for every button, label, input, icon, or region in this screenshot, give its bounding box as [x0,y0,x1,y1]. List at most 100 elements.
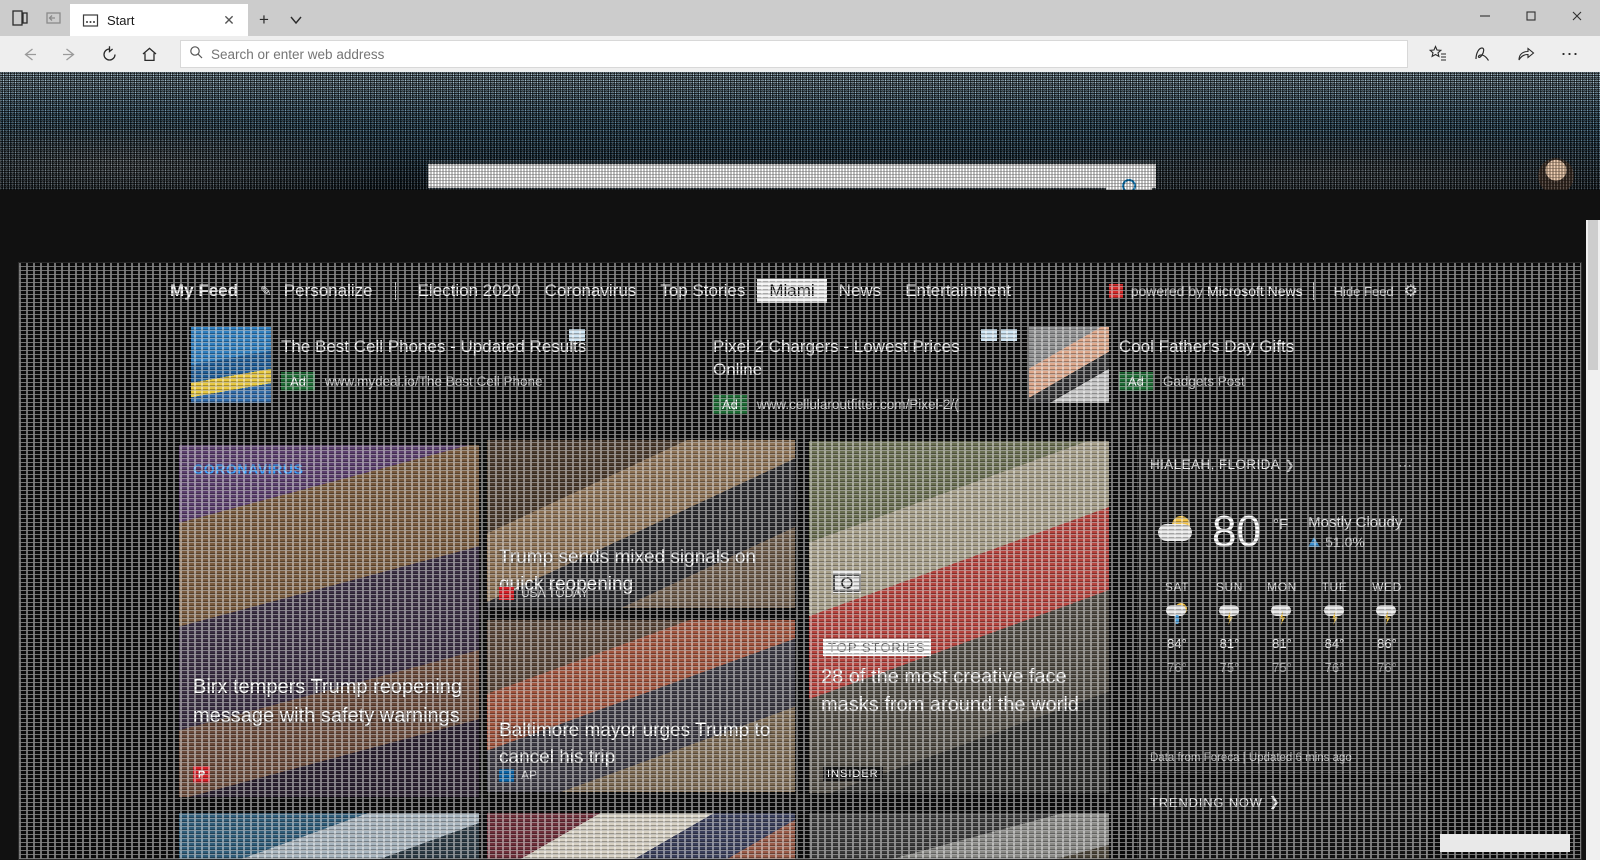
forecast-day-name: WED [1372,580,1402,594]
bing-logo-icon[interactable] [1106,168,1152,190]
hero-search-input[interactable] [428,164,1156,188]
ad-title[interactable]: Pixel 2 Chargers - Lowest Prices Online [713,335,1009,381]
source-name: USA TODAY [521,586,589,600]
news-card[interactable]: Baltimore mayor urges Trump to cancel hi… [487,620,795,792]
browser-tab-start[interactable]: Start ✕ [70,4,248,36]
browser-nav-bar: ⋯ [0,36,1600,72]
forecast-high: 84° [1167,636,1187,651]
forecast-low: 76° [1167,660,1187,675]
ad-thumbnail [1029,327,1109,403]
forecast-day[interactable]: WED 86° 76° [1364,580,1410,675]
home-button[interactable] [130,38,168,70]
close-icon[interactable]: ✕ [218,9,240,31]
chevron-down-icon[interactable] [280,4,312,36]
chevron-right-icon[interactable]: ❯ [1269,794,1281,810]
news-card[interactable]: Trump sends mixed signals on quick reope… [487,440,795,608]
scrollbar-thumb[interactable] [1588,220,1598,370]
window-controls [1462,0,1600,32]
forecast-day-name: SUN [1215,580,1244,594]
card-headline[interactable]: Baltimore mayor urges Trump to cancel hi… [499,717,787,771]
nav-link-coronavirus[interactable]: Coronavirus [533,279,649,303]
avatar[interactable] [1538,158,1574,190]
ad-info-icon[interactable] [1001,329,1017,341]
gear-icon[interactable]: ⚙ [1404,281,1424,301]
news-card[interactable] [487,813,795,859]
new-tab-button[interactable]: + [248,4,280,36]
address-input[interactable] [211,46,1399,62]
chevron-right-icon[interactable]: ❯ [1285,458,1295,472]
ad-url[interactable]: www.mydeal.io/The Best Cell Phone [325,374,543,389]
ad-thumbnail [191,327,271,403]
page-footer-strip [1440,834,1570,852]
share-icon[interactable] [1506,38,1546,70]
news-feed: My Feed ✎ Personalize Election 2020 Coro… [18,262,1582,860]
powered-by-label: powered by Microsoft News [1131,283,1303,299]
nav-link-entertainment[interactable]: Entertainment [893,279,1023,303]
ad-title[interactable]: Cool Father's Day Gifts [1119,335,1294,358]
back-button[interactable] [10,38,48,70]
feed-panel[interactable] [1137,813,1427,859]
forecast-day[interactable]: SUN 81° 75° [1207,580,1253,675]
news-card-hero[interactable]: CORONAVIRUS Birx tempers Trump reopening… [179,445,479,797]
weather-conditions: Mostly Cloudy 51.0% [1300,514,1402,550]
forecast-low: 75° [1219,660,1240,675]
nav-link-election-2020[interactable]: Election 2020 [406,279,533,303]
card-kicker: TOP STORIES [823,639,931,656]
rain-icon [1166,603,1188,627]
ad-info-icon[interactable] [981,329,997,341]
pencil-icon[interactable]: ✎ [250,283,272,300]
nav-personalize[interactable]: Personalize [272,279,385,303]
ad-title[interactable]: The Best Cell Phones - Updated Results [281,335,586,358]
start-page-favicon [82,12,99,29]
forecast-day[interactable]: MON 81° 75° [1259,580,1305,675]
forecast-day-name: SAT [1164,580,1190,594]
trending-header[interactable]: TRENDING NOW ❯ [1150,794,1414,810]
page-scrollbar[interactable] [1586,220,1600,860]
ad-row: The Best Cell Phones - Updated Results A… [179,321,1429,414]
source-logo-icon [499,586,514,600]
news-card-top-stories[interactable]: TOP STORIES 28 of the most creative face… [809,441,1109,793]
weather-location-row[interactable]: HIALEAH, FLORIDA ❯ [1150,456,1295,474]
nav-link-miami[interactable]: Miami [757,279,827,303]
refresh-button[interactable] [90,38,128,70]
forecast-high: 84° [1324,636,1345,651]
minimize-button[interactable] [1462,0,1508,32]
ad-url[interactable]: www.cellularoutfitter.com/Pixel-2/( [757,397,959,412]
ad-card[interactable]: Pixel 2 Chargers - Lowest Prices Online … [689,321,1009,414]
settings-and-more-button[interactable]: ⋯ [1550,38,1590,70]
address-bar[interactable] [180,40,1408,68]
favorites-icon[interactable] [1418,38,1458,70]
page-content: My Feed ✎ Personalize Election 2020 Coro… [0,72,1600,860]
ad-info-icon[interactable] [569,329,585,341]
precipitation-icon [1308,537,1321,547]
weather-location[interactable]: HIALEAH, FLORIDA [1150,457,1280,472]
card-headline[interactable]: 28 of the most creative face masks from … [821,663,1105,719]
close-button[interactable] [1554,0,1600,32]
forward-button[interactable] [50,38,88,70]
ad-card[interactable]: The Best Cell Phones - Updated Results A… [179,321,689,413]
ad-badge: Ad [1119,372,1153,391]
nav-link-top-stories[interactable]: Top Stories [648,279,757,303]
make-a-web-note-icon[interactable] [1462,38,1502,70]
nav-my-feed[interactable]: My Feed [164,279,250,303]
source-logo-icon [499,768,514,782]
ad-card[interactable]: Cool Father's Day Gifts Ad Gadgets Post [1001,321,1429,413]
tab-preview-icon[interactable] [10,8,30,28]
maximize-button[interactable] [1508,0,1554,32]
nav-link-news[interactable]: News [827,279,894,303]
trending-title: TRENDING NOW [1150,794,1263,810]
ad-url[interactable]: Gadgets Post [1163,374,1245,389]
set-tabs-aside-icon[interactable] [44,8,64,28]
hide-feed-button[interactable]: Hide Feed [1324,284,1404,299]
card-kicker: CORONAVIRUS [193,461,304,477]
news-card[interactable] [809,813,1109,859]
news-card[interactable] [179,813,479,859]
weather-panel[interactable]: HIALEAH, FLORIDA ❯ ⋯ 80 °F Mostly Cloudy [1137,445,1427,773]
precipitation-value: 51.0% [1325,534,1365,550]
ad-badge: Ad [281,372,315,391]
forecast-day-name: MON [1267,580,1297,594]
weather-more-icon[interactable]: ⋯ [1398,457,1414,474]
forecast-day[interactable]: TUE 84° 76° [1312,580,1358,675]
forecast-day[interactable]: SAT 84° 76° [1154,580,1200,675]
card-headline[interactable]: Birx tempers Trump reopening message wit… [193,673,469,731]
